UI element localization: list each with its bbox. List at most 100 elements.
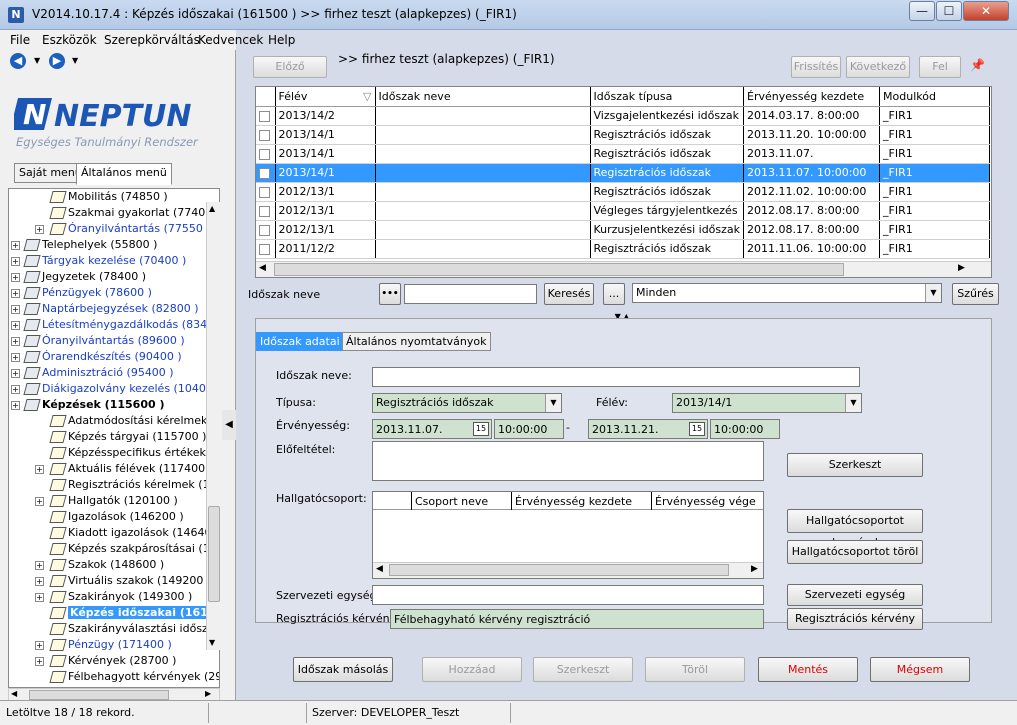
reg-request-input[interactable] — [390, 609, 764, 629]
filter-select[interactable]: Minden ▼ — [632, 283, 942, 303]
maximize-button[interactable]: ☐ — [936, 1, 962, 21]
row-checkbox-cell[interactable] — [256, 144, 276, 164]
row-checkbox-cell[interactable] — [256, 163, 276, 183]
valid-to-time[interactable] — [710, 419, 780, 439]
grid-horizontal-scrollbar[interactable]: ◀ ▶ — [256, 261, 991, 277]
org-unit-button[interactable]: Szervezeti egység — [787, 584, 923, 606]
filter-ellipsis-button[interactable]: ... — [603, 283, 625, 305]
col-valid-from[interactable]: Érvényesség kezdete — [743, 87, 881, 107]
search-button[interactable]: Keresés — [544, 283, 594, 305]
menu-tools[interactable]: Eszközök — [42, 33, 97, 47]
col-period-type[interactable]: Időszak típusa — [590, 87, 745, 107]
row-checkbox[interactable] — [259, 148, 270, 160]
period-name-input[interactable] — [372, 367, 860, 387]
cancel-button[interactable]: Mégsem — [870, 657, 970, 682]
tab-period-data[interactable]: Időszak adatai — [256, 332, 344, 351]
table-row[interactable]: 2013/14/2 Vizsgajelentkezési időszak 2014.… — [256, 106, 991, 126]
table-row[interactable]: 2012/13/1 Kurzusjelentkezési időszak 2012.… — [256, 220, 991, 240]
edit-button[interactable]: Szerkeszt — [533, 657, 633, 682]
semester-select[interactable]: 2013/14/1 ▼ — [672, 393, 862, 413]
expand-icon[interactable]: + — [11, 289, 20, 298]
expand-icon[interactable]: + — [35, 641, 44, 650]
row-checkbox[interactable] — [259, 243, 270, 255]
edit-prerequisite-button[interactable]: Szerkeszt — [787, 453, 923, 477]
table-row[interactable]: 2012/13/1 Végleges tárgyjelentkezés 2012.0… — [256, 201, 991, 221]
expand-icon[interactable]: + — [35, 577, 44, 586]
expand-icon[interactable]: + — [35, 225, 44, 234]
row-checkbox[interactable] — [259, 224, 270, 236]
col-semester[interactable]: Félév ▽ — [275, 87, 376, 107]
refresh-button[interactable]: Frissítés — [791, 56, 841, 78]
expand-icon[interactable]: + — [35, 497, 44, 506]
grid-vertical-scrollbar[interactable]: ▲ ▼ — [991, 87, 992, 262]
back-icon[interactable]: ◀ — [10, 53, 26, 69]
menu-help[interactable]: Help — [268, 33, 295, 47]
close-button[interactable]: ✕ — [963, 1, 1009, 21]
col-period-name[interactable]: Időszak neve — [375, 87, 591, 107]
forward-dropdown-icon[interactable]: ▼ — [72, 56, 78, 65]
valid-from-time[interactable] — [494, 419, 564, 439]
table-row[interactable]: 2013/14/1 Regisztrációs időszak 2013.11.07… — [256, 144, 991, 164]
col-group-valid-to[interactable]: Érvényesség vége — [655, 495, 756, 508]
expand-icon[interactable]: + — [11, 337, 20, 346]
expand-icon[interactable]: + — [35, 657, 44, 666]
col-module-code[interactable]: Modulkód — [879, 87, 991, 107]
copy-period-button[interactable]: Időszak másolás — [293, 657, 393, 682]
calendar-icon[interactable]: 15 — [689, 422, 705, 436]
expand-icon[interactable]: + — [11, 273, 20, 282]
row-checkbox[interactable] — [259, 110, 270, 122]
expand-icon[interactable]: + — [11, 401, 20, 410]
filter-button[interactable]: Szűrés — [952, 283, 999, 305]
tab-general-menu[interactable]: Általános menü — [76, 163, 172, 185]
table-row[interactable]: 2011/12/2 Regisztrációs időszak 2011.11.06… — [256, 239, 991, 259]
group-grid-scrollbar[interactable]: ◀ ▶ — [373, 562, 763, 578]
expand-icon[interactable]: + — [11, 369, 20, 378]
save-button[interactable]: Mentés — [758, 657, 858, 682]
col-group-valid-from[interactable]: Érvényesség kezdete — [515, 495, 632, 508]
table-row[interactable]: 2013/14/1 Regisztrációs időszak 2013.11.07… — [256, 163, 991, 183]
row-checkbox[interactable] — [259, 167, 270, 179]
row-checkbox[interactable] — [259, 205, 270, 217]
delete-student-group-button[interactable]: Hallgatócsoportot töröl — [787, 540, 923, 564]
row-checkbox-cell[interactable] — [256, 220, 276, 240]
expand-icon[interactable]: + — [11, 321, 20, 330]
col-group-name[interactable]: Csoport neve — [415, 495, 488, 508]
filter-options-button[interactable]: ••• — [379, 283, 401, 305]
filter-input[interactable] — [404, 284, 537, 304]
table-row[interactable]: 2013/14/1 Regisztrációs időszak 2013.11.20… — [256, 125, 991, 145]
tab-general-forms[interactable]: Általános nyomtatványok — [342, 332, 491, 351]
tree-vertical-scrollbar[interactable]: ▲ ▼ — [206, 202, 220, 650]
next-button[interactable]: Következő — [846, 56, 910, 78]
calendar-icon[interactable]: 15 — [473, 422, 489, 436]
expand-icon[interactable]: + — [11, 305, 20, 314]
menu-role-switch[interactable]: Szerepkörváltás — [104, 33, 200, 47]
previous-button[interactable]: Előző — [253, 56, 327, 78]
menu-favorites[interactable]: Kedvencek — [198, 33, 263, 47]
row-checkbox-cell[interactable] — [256, 125, 276, 145]
expand-icon[interactable]: + — [11, 257, 20, 266]
add-student-group-button[interactable]: Hallgatócsoportot hozzáad — [787, 509, 923, 549]
collapse-panel-icon[interactable]: ◀ — [222, 410, 236, 440]
type-select[interactable]: Regisztrációs időszak ▼ — [372, 393, 562, 413]
reg-request-button[interactable]: Regisztrációs kérvény — [787, 608, 923, 630]
menu-file[interactable]: File — [10, 33, 30, 47]
pin-icon[interactable]: 📌 — [970, 58, 985, 72]
org-unit-input[interactable] — [372, 585, 764, 605]
row-checkbox[interactable] — [259, 186, 270, 198]
up-button[interactable]: Fel — [919, 56, 961, 78]
expand-icon[interactable]: + — [11, 353, 20, 362]
add-button[interactable]: Hozzáad — [422, 657, 522, 682]
row-checkbox[interactable] — [259, 129, 270, 141]
table-row[interactable]: 2012/13/1 Regisztrációs időszak 2012.11.02… — [256, 182, 991, 202]
expand-icon[interactable]: + — [35, 593, 44, 602]
expand-icon[interactable]: + — [35, 561, 44, 570]
expand-icon[interactable]: + — [11, 241, 20, 250]
row-checkbox-cell[interactable] — [256, 182, 276, 202]
prerequisite-field[interactable] — [372, 441, 764, 481]
row-checkbox-cell[interactable] — [256, 106, 276, 126]
minimize-button[interactable]: — — [909, 1, 935, 21]
row-checkbox-cell[interactable] — [256, 239, 276, 259]
row-checkbox-cell[interactable] — [256, 201, 276, 221]
back-dropdown-icon[interactable]: ▼ — [34, 56, 40, 65]
forward-icon[interactable]: ▶ — [49, 53, 65, 69]
